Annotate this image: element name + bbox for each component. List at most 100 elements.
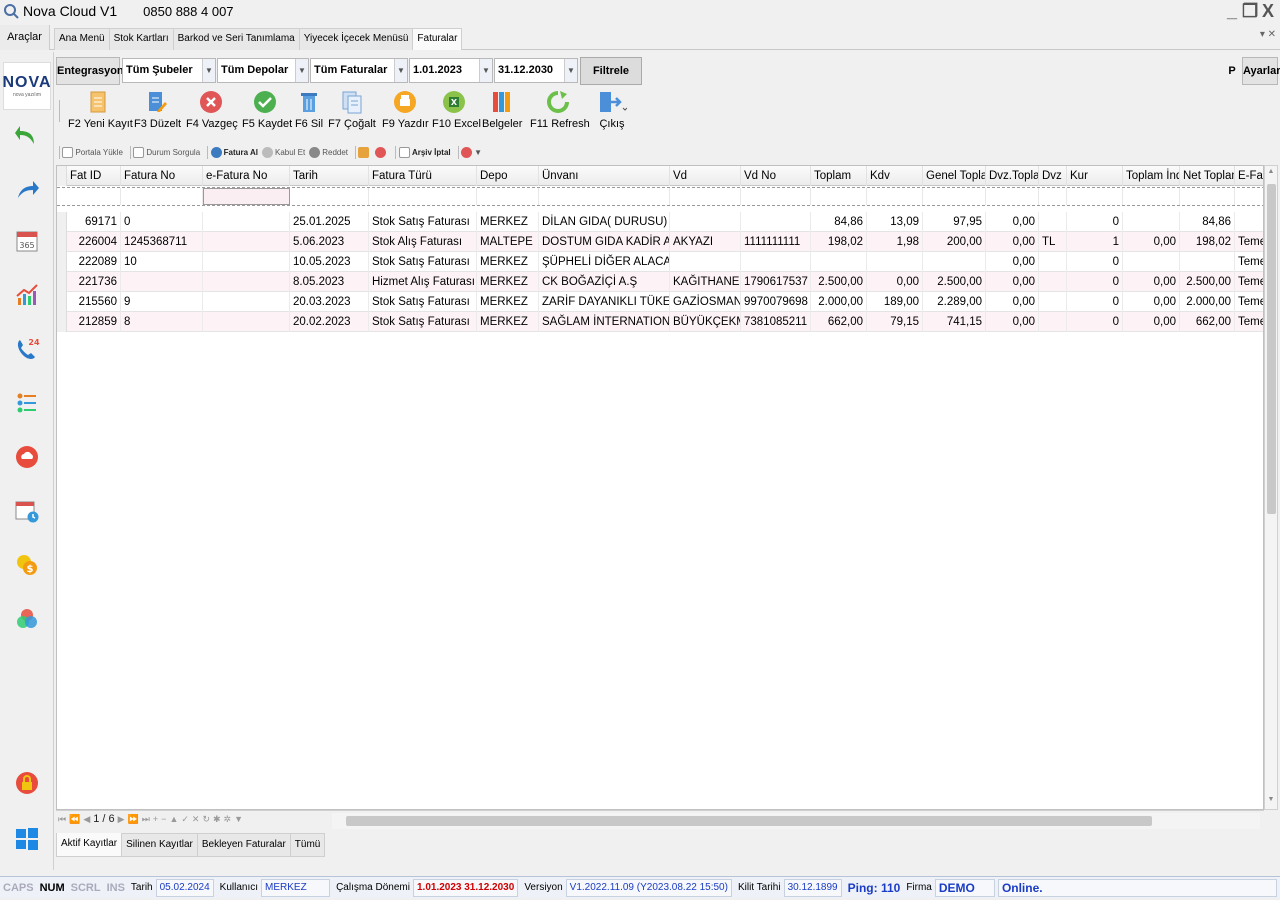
table-row[interactable]: 215560 9 20.03.2023 Stok Satış Faturası MERK… <box>57 292 1263 312</box>
reject-button[interactable]: Reddet <box>309 146 348 158</box>
subeler-select[interactable]: Tüm Şubeler ▼ <box>122 58 216 83</box>
tab-controls[interactable]: ▾ ✕ <box>1260 29 1276 40</box>
excel-button[interactable]: X F10 Excel <box>432 88 481 138</box>
araclar-menu[interactable]: Araçlar <box>0 25 50 50</box>
last-page-icon[interactable]: ⏭ <box>142 814 150 825</box>
up-icon[interactable]: ▲ <box>169 814 178 824</box>
portal-upload-button[interactable]: Portala Yükle <box>62 146 123 158</box>
filter-cell-fatura-no[interactable] <box>121 188 203 205</box>
filtrele-button[interactable]: Filtrele <box>580 57 642 85</box>
row-indicator[interactable] <box>57 252 67 272</box>
chart-growth-icon[interactable] <box>14 282 40 308</box>
windows-icon[interactable] <box>14 826 40 852</box>
table-row[interactable]: 212859 8 20.02.2023 Stok Satış Faturası MERK… <box>57 312 1263 332</box>
column-header-vd-no[interactable]: Vd No <box>741 166 811 186</box>
column-header-tarih[interactable]: Tarih <box>290 166 369 186</box>
delete-record-icon[interactable]: − <box>161 814 166 824</box>
tab-faturalar[interactable]: Faturalar <box>412 28 463 50</box>
tab-all-records[interactable]: Tümü <box>289 833 326 857</box>
invoice-grid[interactable]: Fat ID Fatura No e-Fatura No Tarih Fatura Tü… <box>56 165 1264 810</box>
table-row[interactable]: 222089 10 10.05.2023 Stok Satış Faturası MER… <box>57 252 1263 272</box>
archive-cancel-button[interactable]: Arşiv İptal <box>398 146 451 158</box>
filter-icon[interactable]: ▼ <box>234 814 243 824</box>
column-header-fat-id[interactable]: Fat ID <box>67 166 121 186</box>
row-indicator[interactable] <box>57 312 67 332</box>
filter-cell-unvan[interactable] <box>539 188 670 205</box>
restore-button[interactable]: ❒ <box>1242 1 1258 22</box>
filter-cell-efatura[interactable] <box>1235 188 1263 205</box>
filter-cell-depo[interactable] <box>477 188 539 205</box>
column-header-fatura-turu[interactable]: Fatura Türü <box>369 166 477 186</box>
row-indicator[interactable] <box>57 232 67 252</box>
column-header-kdv[interactable]: Kdv <box>867 166 923 186</box>
tab-barkod[interactable]: Barkod ve Seri Tanımlama <box>172 28 300 50</box>
column-header-toplam[interactable]: Toplam <box>811 166 867 186</box>
filter-cell-fatura-turu[interactable] <box>369 188 477 205</box>
undo-arrow-icon[interactable] <box>14 122 40 148</box>
cancel-button[interactable]: F4 Vazgeç <box>186 88 238 138</box>
column-header-depo[interactable]: Depo <box>477 166 539 186</box>
forward-arrow-icon[interactable] <box>14 176 40 202</box>
goto-bookmark-icon[interactable]: ✲ <box>224 814 232 825</box>
lock-icon[interactable] <box>14 770 40 796</box>
scroll-down-icon[interactable]: ▼ <box>1265 796 1277 803</box>
column-header-net-toplam[interactable]: Net Toplam <box>1180 166 1235 186</box>
next-record-icon[interactable]: ▶ <box>118 814 125 825</box>
cloud-upload-icon[interactable] <box>14 444 40 470</box>
filter-cell-dvz-toplam[interactable] <box>986 188 1039 205</box>
exit-button[interactable]: Çıkış <box>592 88 632 138</box>
filter-cell-tarih[interactable] <box>290 188 369 205</box>
confirm-icon[interactable]: ✓ <box>181 814 189 825</box>
bookmark-icon[interactable]: ✱ <box>213 814 221 825</box>
filter-cell-net-toplam[interactable] <box>1180 188 1235 205</box>
filter-cell-efatura-no[interactable] <box>203 188 290 205</box>
list-icon[interactable] <box>14 390 40 416</box>
filter-cell-toplam[interactable] <box>811 188 867 205</box>
column-header-efatura[interactable]: E-Fatura <box>1235 166 1263 186</box>
phone-24-icon[interactable]: 24 <box>14 336 40 362</box>
archive-tool-button[interactable] <box>358 146 371 158</box>
print-button[interactable]: F9 Yazdır <box>382 88 429 138</box>
filter-cell-kur[interactable] <box>1067 188 1123 205</box>
horizontal-scroll-thumb[interactable] <box>346 816 1152 826</box>
currency-exchange-icon[interactable]: $ <box>14 552 40 578</box>
faturalar-select[interactable]: Tüm Faturalar ▼ <box>310 58 408 83</box>
refresh-small-icon[interactable]: ↻ <box>202 814 210 825</box>
ayarlar-button[interactable]: Ayarlar <box>1242 57 1280 85</box>
filter-cell-genel-toplam[interactable] <box>923 188 986 205</box>
table-row[interactable]: 221736 8.05.2023 Hizmet Alış Faturası MERKE… <box>57 272 1263 292</box>
documents-button[interactable]: Belgeler <box>482 88 522 138</box>
fatura-al-button[interactable]: Fatura Al <box>210 146 258 158</box>
column-header-kur[interactable]: Kur <box>1067 166 1123 186</box>
tab-yiyecek-icecek[interactable]: Yiyecek İçecek Menüsü <box>298 28 414 50</box>
tab-active-records[interactable]: Aktif Kayıtlar <box>56 833 123 857</box>
vertical-scroll-thumb[interactable] <box>1267 184 1276 514</box>
calendar-clock-icon[interactable] <box>14 498 40 524</box>
status-query-button[interactable]: Durum Sorgula <box>133 146 200 158</box>
copy-button[interactable]: F7 Çoğalt <box>328 88 376 138</box>
vertical-scrollbar[interactable]: ▲ ▼ <box>1264 165 1278 810</box>
add-record-icon[interactable]: + <box>153 814 158 824</box>
filter-cell-dvz[interactable] <box>1039 188 1067 205</box>
more-tools-button[interactable]: ▼ <box>461 146 482 158</box>
column-header-unvan[interactable]: Ünvanı <box>539 166 670 186</box>
tab-ana-menu[interactable]: Ana Menü <box>54 28 110 50</box>
filter-cell-vd[interactable] <box>670 188 741 205</box>
row-indicator[interactable] <box>57 292 67 312</box>
tab-stok-kartlari[interactable]: Stok Kartları <box>108 28 174 50</box>
column-header-dvz-toplam[interactable]: Dvz.Toplam <box>986 166 1039 186</box>
column-header-genel-toplam[interactable]: Genel Toplam <box>923 166 986 186</box>
refresh-button[interactable]: F11 Refresh <box>530 88 590 138</box>
scroll-up-icon[interactable]: ▲ <box>1265 168 1277 175</box>
start-date-picker[interactable]: 1.01.2023 ▼ <box>409 58 493 83</box>
column-header-fatura-no[interactable]: Fatura No <box>121 166 203 186</box>
next-page-icon[interactable]: ⏩ <box>128 814 139 825</box>
row-indicator[interactable] <box>57 272 67 292</box>
entegrasyon-button[interactable]: Entegrasyon <box>56 57 124 85</box>
table-row[interactable]: 69171 0 25.01.2025 Stok Satış Faturası MERKE… <box>57 212 1263 232</box>
filter-cell-vd-no[interactable] <box>741 188 811 205</box>
edit-button[interactable]: F3 Düzelt <box>134 88 181 138</box>
cancel-edit-icon[interactable]: ✕ <box>192 814 200 825</box>
row-indicator[interactable] <box>57 212 67 232</box>
tab-pending-invoices[interactable]: Bekleyen Faturalar <box>196 833 291 857</box>
